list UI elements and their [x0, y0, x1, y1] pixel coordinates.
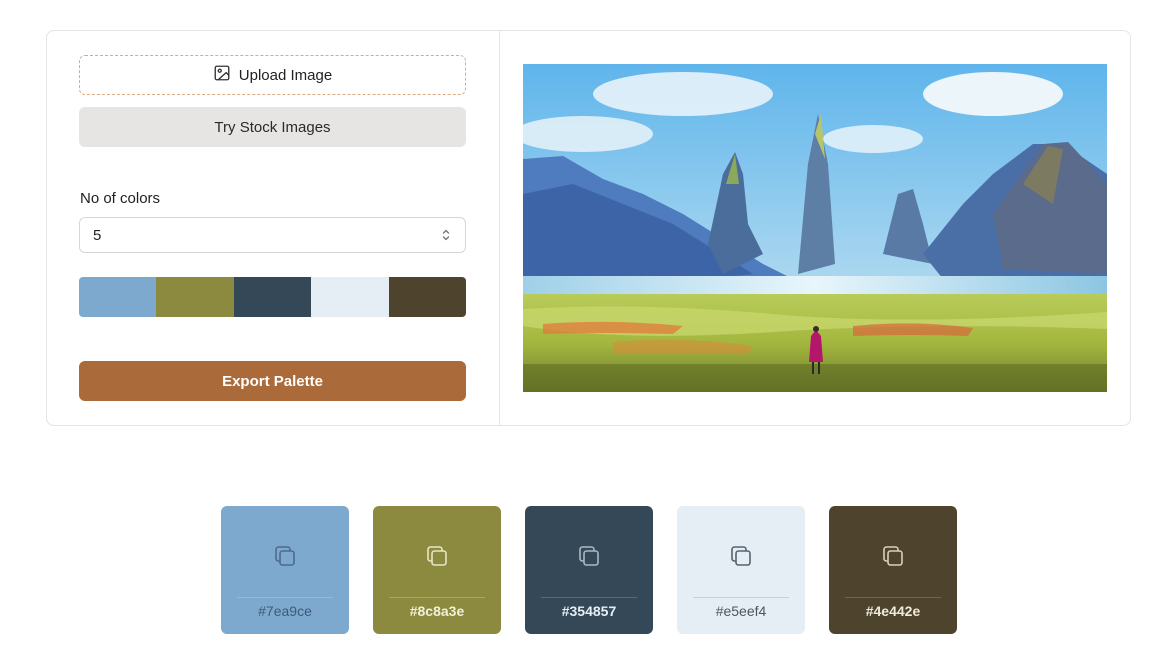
color-swatch-4[interactable]: #e5eef4 [677, 506, 805, 634]
palette-strip-color-4 [311, 277, 389, 317]
color-count-select[interactable]: 5 [79, 217, 466, 253]
uploaded-image-preview [523, 64, 1107, 392]
swatch-hex-label: #354857 [561, 603, 617, 619]
copy-icon[interactable] [575, 542, 603, 570]
palette-generator-panel: Upload Image Try Stock Images No of colo… [46, 30, 1131, 426]
swatch-hex-label: #8c8a3e [409, 603, 465, 619]
color-swatch-1[interactable]: #7ea9ce [221, 506, 349, 634]
palette-strip-color-1 [79, 277, 157, 317]
export-palette-button[interactable]: Export Palette [79, 361, 466, 401]
swatch-divider [845, 597, 941, 598]
swatch-divider [693, 597, 789, 598]
color-swatch-2[interactable]: #8c8a3e [373, 506, 501, 634]
image-icon [213, 64, 231, 86]
upload-image-button[interactable]: Upload Image [79, 55, 466, 95]
color-swatch-5[interactable]: #4e442e [829, 506, 957, 634]
swatch-hex-label: #e5eef4 [715, 603, 767, 619]
palette-strip-color-5 [388, 277, 466, 317]
palette-preview-strip [79, 277, 466, 317]
color-count-value: 5 [93, 226, 102, 244]
swatch-divider [389, 597, 485, 598]
upload-image-label: Upload Image [238, 66, 333, 84]
color-swatch-3[interactable]: #354857 [525, 506, 653, 634]
copy-icon[interactable] [727, 542, 755, 570]
chevron-up-down-icon [442, 229, 450, 241]
palette-swatches: #7ea9ce #8c8a3e #354857 #e5eef4 #4e442e [221, 506, 957, 634]
swatch-hex-label: #7ea9ce [258, 603, 312, 619]
palette-strip-color-3 [233, 277, 312, 317]
swatch-hex-label: #4e442e [865, 603, 921, 619]
swatch-divider [237, 597, 333, 598]
palette-strip-color-2 [156, 277, 234, 317]
export-palette-label: Export Palette [222, 372, 323, 390]
swatch-divider [541, 597, 637, 598]
copy-icon[interactable] [423, 542, 451, 570]
try-stock-images-button[interactable]: Try Stock Images [79, 107, 466, 147]
color-count-label: No of colors [80, 190, 161, 207]
panel-divider [499, 31, 500, 425]
copy-icon[interactable] [879, 542, 907, 570]
copy-icon[interactable] [271, 542, 299, 570]
landscape-painting-image [523, 64, 1107, 392]
stock-images-label: Try Stock Images [214, 118, 331, 136]
